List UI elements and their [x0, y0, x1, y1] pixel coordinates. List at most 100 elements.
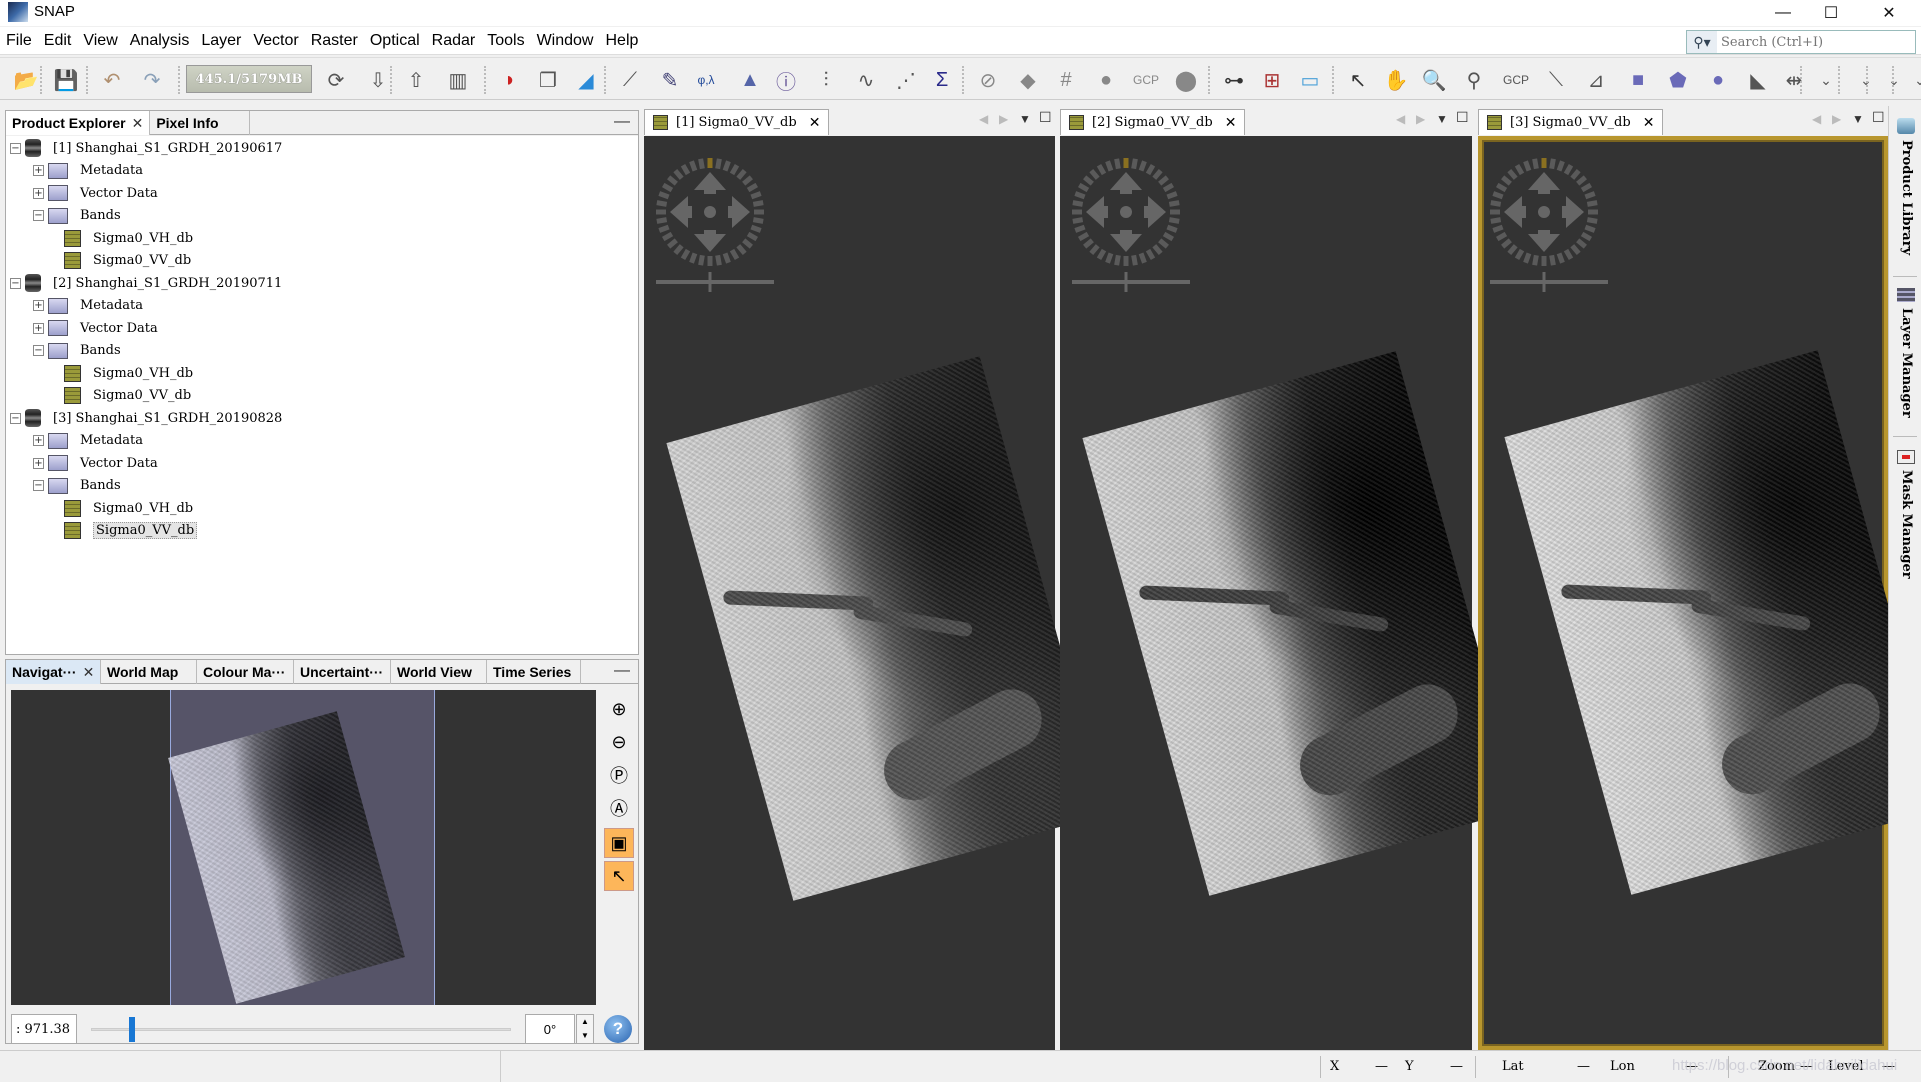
menu-raster[interactable]: Raster: [310, 32, 359, 50]
tree-band[interactable]: Sigma0_VV_db: [64, 385, 191, 407]
tree-product[interactable]: − [2] Shanghai_S1_GRDH_20190711: [10, 272, 282, 294]
range-finder-tool-button[interactable]: ⇹: [1778, 64, 1810, 96]
close-icon[interactable]: ✕: [83, 664, 95, 681]
menu-file[interactable]: File: [5, 32, 33, 50]
expand-toggle[interactable]: +: [33, 435, 44, 446]
pin-placing-tool-button[interactable]: ⚲: [1458, 64, 1490, 96]
center-icon[interactable]: [1538, 206, 1550, 218]
tree-node-bands[interactable]: − Bands: [33, 205, 121, 227]
minimize-panel-button[interactable]: —: [614, 113, 630, 131]
tab-time-series[interactable]: Time Series: [487, 660, 581, 684]
tree-band[interactable]: Sigma0_VH_db: [64, 227, 193, 249]
sidebar-product-library[interactable]: Product Library: [1899, 140, 1914, 255]
compute-button[interactable]: Σ: [926, 64, 958, 96]
histogram-button[interactable]: ▲: [734, 64, 766, 96]
tree-node-vector-data[interactable]: + Vector Data: [33, 317, 158, 339]
gcp-placing-tool-button[interactable]: GCP: [1500, 64, 1532, 96]
rectangle-drawing-tool-button[interactable]: ■: [1622, 64, 1654, 96]
undo-button[interactable]: ↶: [96, 64, 128, 96]
tree-node-metadata[interactable]: + Metadata: [33, 295, 143, 317]
close-icon[interactable]: ✕: [809, 115, 821, 131]
help-button[interactable]: ?: [604, 1015, 632, 1043]
information-button[interactable]: ⓘ: [770, 64, 802, 96]
more-4-button[interactable]: ⌄: [1904, 64, 1921, 96]
tree-node-metadata[interactable]: + Metadata: [33, 430, 143, 452]
image-view-tab[interactable]: [2] Sigma0_VV_db ✕: [1060, 109, 1246, 135]
menu-window[interactable]: Window: [536, 32, 595, 50]
overlay-gcp-button[interactable]: GCP: [1130, 64, 1162, 96]
image-canvas[interactable]: [1478, 136, 1921, 1050]
scroll-tabs-right-button[interactable]: ▶: [1416, 112, 1425, 126]
maximize-view-button[interactable]: ☐: [1872, 109, 1885, 126]
navigation-canvas[interactable]: [11, 690, 596, 1005]
expand-toggle[interactable]: +: [33, 457, 44, 469]
expand-toggle[interactable]: +: [33, 300, 44, 311]
collapse-toggle[interactable]: −: [10, 277, 21, 289]
graph-builder-button[interactable]: ⊶: [1218, 64, 1250, 96]
rotation-field[interactable]: 0°: [525, 1014, 575, 1044]
pan-down-icon[interactable]: [1110, 230, 1142, 252]
tab-list-button[interactable]: ▼: [1436, 112, 1448, 126]
tab-list-button[interactable]: ▼: [1852, 112, 1864, 126]
overlay-graticule-button[interactable]: #: [1050, 64, 1082, 96]
overlay-pins-button[interactable]: ◆: [1012, 64, 1044, 96]
tab-colour-manipulation[interactable]: Colour Ma···: [197, 660, 294, 684]
open-product-button[interactable]: 📂: [10, 64, 42, 96]
tree-product[interactable]: − [1] Shanghai_S1_GRDH_20190617: [10, 137, 282, 159]
pan-tool-button[interactable]: ✋: [1380, 64, 1412, 96]
menu-analysis[interactable]: Analysis: [129, 32, 191, 50]
zoom-factor-field[interactable]: : 971.38: [11, 1014, 77, 1044]
redo-button[interactable]: ↷: [136, 64, 168, 96]
tree-band[interactable]: Sigma0_VV_db: [64, 520, 198, 542]
pan-right-icon[interactable]: [728, 196, 750, 228]
sidebar-layer-manager[interactable]: Layer Manager: [1899, 308, 1914, 418]
export-image-button[interactable]: ▥: [442, 64, 474, 96]
tab-uncertainty[interactable]: Uncertaint···: [294, 660, 391, 684]
tree-band[interactable]: Sigma0_VH_db: [64, 497, 193, 519]
scroll-tabs-right-button[interactable]: ▶: [1832, 112, 1841, 126]
zoom-slider-thumb[interactable]: [128, 1017, 135, 1042]
tab-navigation[interactable]: Navigat··· ✕: [6, 660, 101, 684]
search-input[interactable]: [1717, 34, 1907, 50]
layer-window-button[interactable]: ❐: [532, 64, 564, 96]
menu-edit[interactable]: Edit: [43, 32, 73, 50]
sync-views-button[interactable]: ▣: [604, 828, 634, 858]
spectrum-view-button[interactable]: ∿: [850, 64, 882, 96]
export-data-button[interactable]: ⇧: [400, 64, 432, 96]
pan-left-icon[interactable]: [1086, 196, 1108, 228]
maximize-view-button[interactable]: ☐: [1456, 109, 1469, 126]
zoom-slider-track[interactable]: [91, 1028, 511, 1031]
scroll-tabs-left-button[interactable]: ◀: [1396, 112, 1405, 126]
maximize-view-button[interactable]: ☐: [1039, 109, 1052, 126]
pan-right-icon[interactable]: [1144, 196, 1166, 228]
world-map-button[interactable]: ▭: [1294, 64, 1326, 96]
polyline-drawing-tool-button[interactable]: ⊿: [1580, 64, 1612, 96]
close-icon[interactable]: ✕: [132, 115, 144, 132]
rgb-image-button[interactable]: ◗: [494, 64, 526, 96]
expand-toggle[interactable]: +: [33, 322, 44, 334]
pan-left-icon[interactable]: [670, 196, 692, 228]
image-canvas[interactable]: [1060, 136, 1523, 1050]
scroll-tabs-left-button[interactable]: ◀: [1812, 112, 1821, 126]
batch-processing-button[interactable]: ⊞: [1256, 64, 1288, 96]
tree-node-metadata[interactable]: + Metadata: [33, 160, 143, 182]
menu-radar[interactable]: Radar: [431, 32, 477, 50]
spectrum-button[interactable]: ◢: [570, 64, 602, 96]
tree-node-bands[interactable]: − Bands: [33, 340, 121, 362]
tab-list-button[interactable]: ▼: [1019, 112, 1031, 126]
close-icon[interactable]: ✕: [1643, 115, 1655, 131]
collapse-toggle[interactable]: −: [33, 210, 44, 221]
expand-toggle[interactable]: +: [33, 165, 44, 176]
menu-optical[interactable]: Optical: [369, 32, 421, 50]
rotation-spinner[interactable]: ▲ ▼: [576, 1014, 594, 1044]
menu-layer[interactable]: Layer: [200, 32, 242, 50]
tree-product[interactable]: − [3] Shanghai_S1_GRDH_20190828: [10, 407, 282, 429]
center-icon[interactable]: [1120, 206, 1132, 218]
zoom-out-button[interactable]: ⊖: [604, 727, 634, 757]
search-box[interactable]: ⚲▾: [1686, 30, 1916, 54]
profile-plot-button[interactable]: ⟋: [614, 64, 646, 96]
expand-toggle[interactable]: +: [33, 187, 44, 199]
menu-view[interactable]: View: [82, 32, 118, 50]
tree-node-bands[interactable]: − Bands: [33, 475, 121, 497]
pan-right-icon[interactable]: [1562, 196, 1584, 228]
